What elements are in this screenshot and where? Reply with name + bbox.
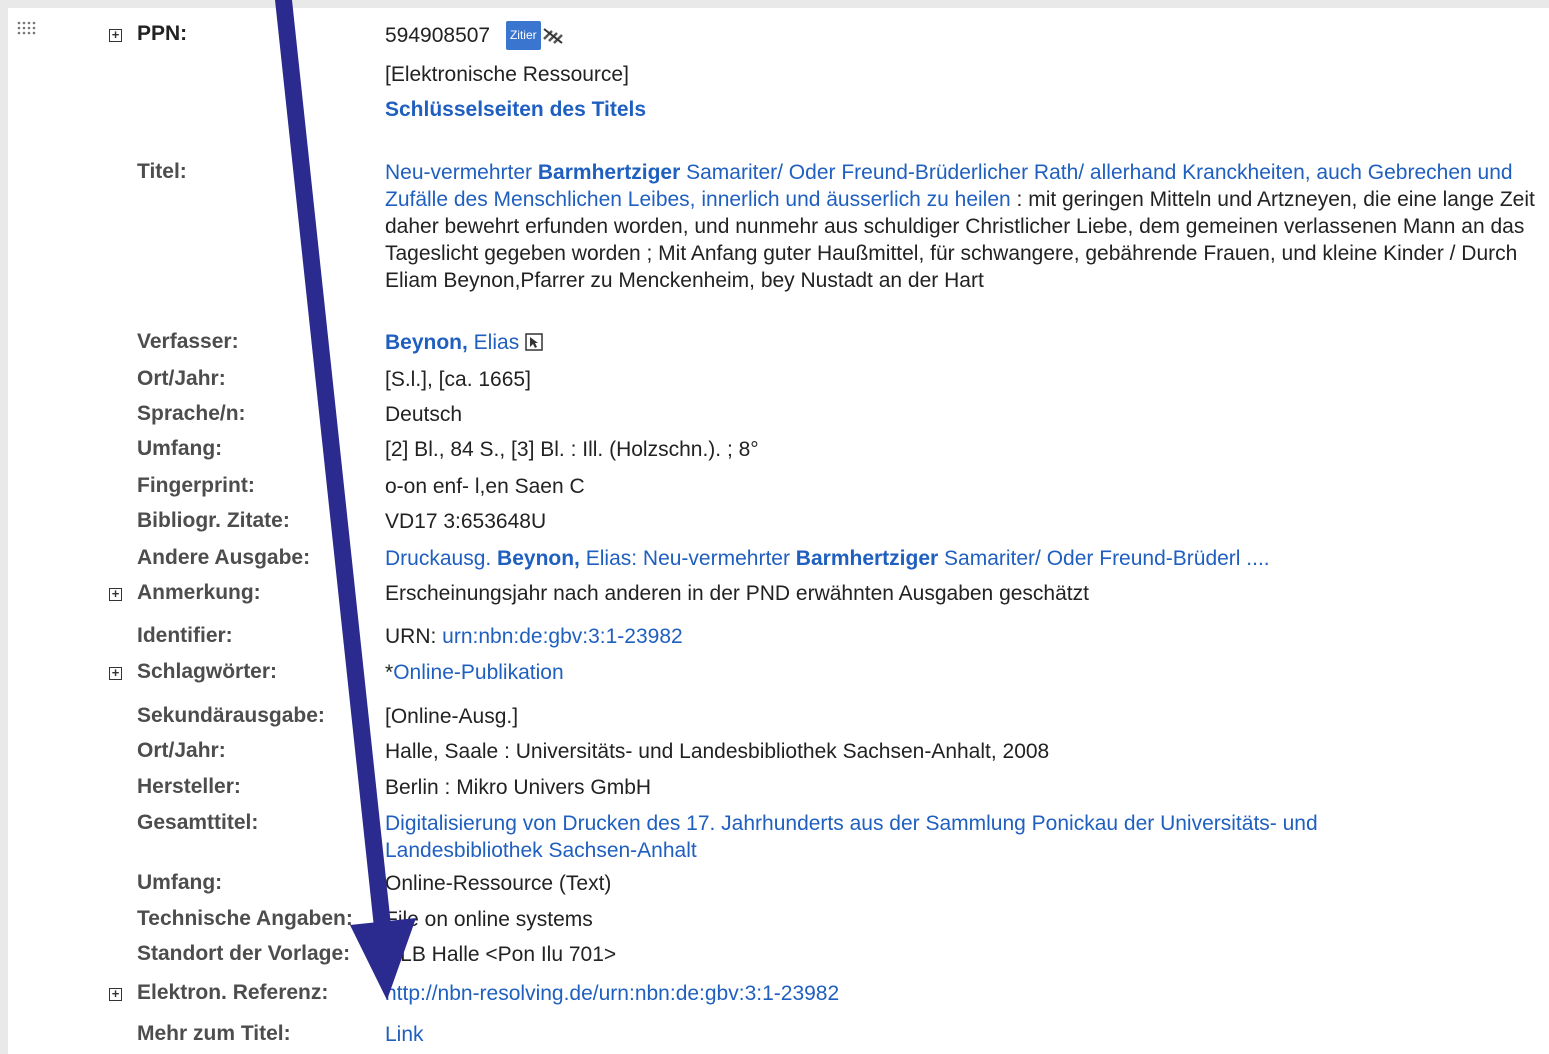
mehr-link[interactable]: Link bbox=[385, 1021, 1545, 1048]
sekundaer-label: Sekundärausgabe: bbox=[137, 704, 325, 727]
expand-plus-icon[interactable]: + bbox=[109, 28, 122, 42]
sprache-value: Deutsch bbox=[385, 403, 463, 426]
ppn-label: PPN: bbox=[137, 22, 188, 45]
gesamttitel-link[interactable]: Digitalisierung von Drucken des 17. Jahr… bbox=[385, 810, 1445, 864]
ortjahr2-value: Halle, Saale : Universitäts- und Landesb… bbox=[385, 740, 1050, 763]
anmerkung-value: Erscheinungsjahr nach anderen in der PND… bbox=[385, 582, 1089, 605]
andere-prefix: Druckausg. bbox=[385, 547, 498, 570]
standort-value: ULB Halle <Pon Ilu 701> bbox=[385, 943, 617, 966]
gesamttitel-label: Gesamttitel: bbox=[137, 811, 259, 834]
format-icon bbox=[17, 21, 36, 35]
elektron-label: Elektron. Referenz: bbox=[137, 981, 329, 1004]
umfang2-value: Online-Ressource (Text) bbox=[385, 872, 612, 895]
ortjahr-value: [S.l.], [ca. 1665] bbox=[385, 368, 531, 391]
hersteller-value: Berlin : Mikro Univers GmbH bbox=[385, 776, 652, 799]
schlagwoerter-value: *Online-Publikation bbox=[385, 659, 1545, 686]
fingerprint-label: Fingerprint: bbox=[137, 474, 255, 497]
andere-value: Druckausg. Beynon, Elias: Neu-vermehrter… bbox=[385, 545, 1545, 572]
verfasser-rest: Elias bbox=[467, 331, 520, 354]
titel-part1: Neu-vermehrter bbox=[385, 161, 538, 184]
umfang-label: Umfang: bbox=[137, 437, 223, 460]
andere-mid: Elias: Neu-vermehrter bbox=[579, 547, 796, 570]
technische-label: Technische Angaben: bbox=[137, 907, 353, 930]
andere-link[interactable]: Beynon, Elias: Neu-vermehrter Barmhertzi… bbox=[497, 547, 1270, 570]
standort-label: Standort der Vorlage: bbox=[137, 942, 351, 965]
sprache-label: Sprache/n: bbox=[137, 402, 246, 425]
verfasser-bold: Beynon, bbox=[385, 331, 468, 354]
sekundaer-value: [Online-Ausg.] bbox=[385, 705, 519, 728]
andere-label: Andere Ausgabe: bbox=[137, 546, 311, 569]
titel-bold: Barmhertziger bbox=[537, 161, 681, 184]
verfasser-link[interactable]: Beynon, Elias bbox=[385, 331, 519, 354]
zitate-label: Bibliogr. Zitate: bbox=[137, 509, 290, 532]
elektron-link[interactable]: http://nbn-resolving.de/urn:nbn:de:gbv:3… bbox=[385, 980, 1545, 1007]
ppn-value: 594908507 bbox=[385, 24, 491, 47]
andere-bold1: Beynon, bbox=[497, 547, 580, 570]
mehr-label: Mehr zum Titel: bbox=[137, 1022, 291, 1045]
zitate-value: VD17 3:653648U bbox=[385, 510, 547, 533]
fingerprint-value: o-on enf- l,en Saen C bbox=[385, 475, 585, 498]
umfang2-label: Umfang: bbox=[137, 871, 223, 894]
titel-value: Neu-vermehrter Barmhertziger Samariter/ … bbox=[385, 159, 1545, 294]
titel-label: Titel: bbox=[137, 160, 187, 183]
technische-value: File on online systems bbox=[385, 908, 593, 931]
andere-bold2: Barmhertziger bbox=[795, 547, 939, 570]
identifier-value: URN: urn:nbn:de:gbv:3:1-23982 bbox=[385, 623, 1545, 650]
expand-plus-icon[interactable]: + bbox=[109, 666, 122, 680]
ortjahr-label: Ort/Jahr: bbox=[137, 367, 226, 390]
author-info-icon[interactable] bbox=[525, 333, 543, 351]
ortjahr2-label: Ort/Jahr: bbox=[137, 739, 226, 762]
hersteller-label: Hersteller: bbox=[137, 775, 241, 798]
expand-plus-icon[interactable]: + bbox=[109, 987, 122, 1001]
schlagwoerter-link[interactable]: Online-Publikation bbox=[393, 661, 563, 684]
key-pages-link[interactable]: Schlüsselseiten des Titels bbox=[385, 96, 1545, 123]
schlagwoerter-prefix: * bbox=[385, 661, 394, 684]
anmerkung-label: Anmerkung: bbox=[137, 581, 261, 604]
zitier-button[interactable]: Zitier bbox=[505, 21, 541, 50]
andere-rest: Samariter/ Oder Freund-Brüderl .... bbox=[938, 547, 1270, 570]
resource-type: [Elektronische Ressource] bbox=[385, 63, 629, 86]
verfasser-label: Verfasser: bbox=[137, 330, 239, 353]
expand-plus-icon[interactable]: + bbox=[109, 587, 122, 601]
no-link-icon bbox=[543, 28, 564, 44]
umfang-value: [2] Bl., 84 S., [3] Bl. : Ill. (Holzschn… bbox=[385, 438, 759, 461]
schlagwoerter-label: Schlagwörter: bbox=[137, 660, 278, 683]
identifier-link[interactable]: urn:nbn:de:gbv:3:1-23982 bbox=[442, 625, 683, 648]
identifier-prefix: URN: bbox=[385, 625, 443, 648]
identifier-label: Identifier: bbox=[137, 624, 233, 647]
